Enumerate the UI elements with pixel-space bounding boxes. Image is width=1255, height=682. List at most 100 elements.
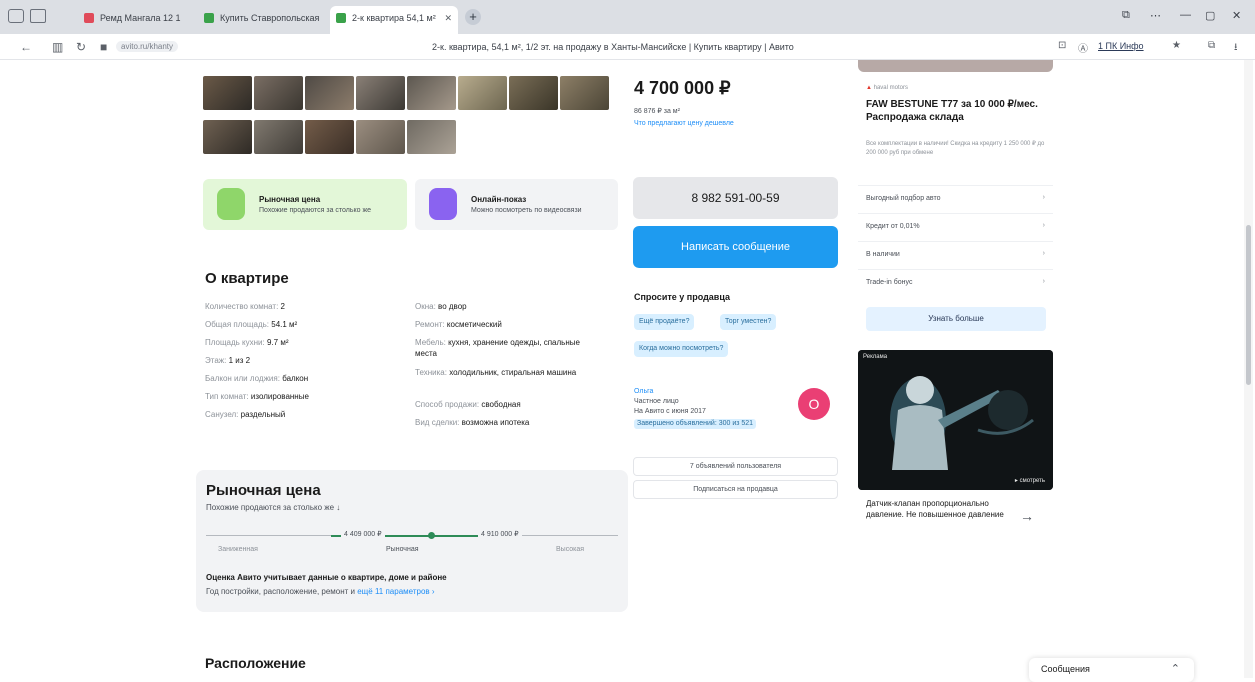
photo-thumbnail[interactable]: [458, 76, 507, 110]
market-subtitle[interactable]: Похожие продаются за столько же ↓: [206, 503, 340, 512]
location-title: Расположение: [205, 655, 306, 671]
video-play-badge[interactable]: ▸ смотреть: [1015, 477, 1045, 484]
chevron-right-icon: ›: [1042, 250, 1045, 257]
extension-button[interactable]: 1 ПК Инфо: [1098, 41, 1144, 51]
ad-option-row[interactable]: Кредит от 0,01% ›: [858, 213, 1053, 240]
param-appliances: Техника: холодильник, стиральная машина: [415, 368, 577, 377]
tab-actions-icon[interactable]: [30, 9, 46, 23]
download-icon[interactable]: ⭳: [1234, 40, 1238, 57]
scrollbar-thumb[interactable]: [1246, 225, 1251, 385]
listing-price: 4 700 000 ₽: [634, 78, 731, 98]
ask-seller-title: Спросите у продавца: [634, 292, 730, 302]
param-rooms: Количество комнат: 2: [205, 302, 285, 311]
ad-option-row[interactable]: В наличии ›: [858, 241, 1053, 268]
quick-question-chip[interactable]: Торг уместен?: [720, 314, 777, 330]
seller-name[interactable]: Ольга: [634, 387, 756, 397]
chevron-right-icon: ›: [1042, 278, 1045, 285]
collections-icon[interactable]: ⧉: [1122, 9, 1130, 22]
ad-option-row[interactable]: Trade-in бонус ›: [858, 269, 1053, 296]
bookmark-icon[interactable]: ★: [1172, 40, 1181, 51]
ad-video[interactable]: Реклама ▸ смотреть: [858, 350, 1053, 490]
browser-tab-bar: Ремд Мангала 12 1 Купить Ставропольская …: [0, 0, 1255, 34]
feature-title: Онлайн-показ: [471, 195, 527, 204]
write-message-button[interactable]: Написать сообщение: [633, 226, 838, 268]
chevron-up-icon[interactable]: ⌃: [1171, 662, 1180, 675]
workspaces-icon[interactable]: [8, 9, 24, 23]
current-price-marker: [428, 532, 435, 539]
ad-option-row[interactable]: Выгодный подбор авто ›: [858, 185, 1053, 212]
page-scrollbar[interactable]: [1244, 60, 1253, 678]
messenger-widget[interactable]: Сообщения ⌃: [1029, 658, 1194, 682]
online-tour-card[interactable]: Онлайн-показ Можно посмотреть по видеосв…: [415, 179, 618, 230]
photo-thumbnail[interactable]: [356, 120, 405, 154]
market-price-card[interactable]: Рыночная цена Похожие продаются за столь…: [203, 179, 407, 230]
new-tab-button[interactable]: +: [465, 9, 481, 25]
photo-thumbnail[interactable]: [356, 76, 405, 110]
photo-thumbnail[interactable]: [203, 120, 252, 154]
seller-since: На Авито с июня 2017: [634, 408, 706, 415]
feature-subtitle: Можно посмотреть по видеосвязи: [471, 207, 582, 214]
close-window-icon[interactable]: ✕: [1232, 9, 1241, 22]
param-room-type: Тип комнат: изолированные: [205, 392, 309, 401]
quick-question-chip[interactable]: Ещё продаёте?: [634, 314, 695, 330]
seller-avatar[interactable]: О: [798, 388, 830, 420]
arrow-right-icon[interactable]: →: [1020, 508, 1034, 524]
seller-badge: Завершено объявлений: 300 из 521: [634, 419, 757, 429]
scale-high-segment: [521, 535, 618, 536]
feature-title: Рыночная цена: [259, 195, 321, 204]
close-tab-icon[interactable]: ✕: [444, 13, 452, 24]
menu-dots-icon[interactable]: ⋯: [1150, 9, 1161, 22]
video-caption[interactable]: Датчик-клапан пропорционально давление. …: [866, 498, 1016, 520]
ad-learn-more-button[interactable]: Узнать больше: [866, 307, 1046, 331]
photo-thumbnail[interactable]: [509, 76, 558, 110]
tab-favicon-icon: [204, 13, 214, 23]
photo-thumbnail[interactable]: [254, 76, 303, 110]
scale-label-low: Заниженная: [218, 546, 258, 553]
param-furniture: Мебель: кухня, хранение одежды, спальные…: [415, 338, 580, 358]
seller-listings-button[interactable]: 7 объявлений пользователя: [633, 457, 838, 476]
price-per-meter: 86 876 ₽ за м²: [634, 108, 680, 115]
market-title: Рыночная цена: [206, 482, 321, 499]
quick-question-chip[interactable]: Когда можно посмотреть?: [634, 341, 729, 357]
tab-label: Купить Ставропольская: [220, 13, 320, 23]
show-phone-button[interactable]: 8 982 591-00-59: [633, 177, 838, 219]
scale-low-price: 4 409 000 ₽: [341, 530, 385, 538]
reader-icon[interactable]: ⊡: [1058, 40, 1066, 51]
tab-2[interactable]: Купить Ставропольская: [198, 8, 326, 28]
ad-title[interactable]: FAW BESTUNE T77 за 10 000 ₽/мес. Распрод…: [866, 98, 1046, 124]
about-title: О квартире: [205, 270, 289, 287]
translate-icon[interactable]: Ⓐ: [1078, 40, 1088, 55]
photo-thumbnail[interactable]: [407, 120, 456, 154]
tab-3-active[interactable]: 2-к квартира 54,1 м² ✕: [330, 6, 458, 34]
photo-thumbnail[interactable]: [407, 76, 456, 110]
maximize-icon[interactable]: ▢: [1205, 9, 1215, 22]
scale-label-market: Рыночная: [386, 546, 419, 553]
photo-thumbnail[interactable]: [254, 120, 303, 154]
param-balcony: Балкон или лоджия: балкон: [205, 374, 309, 383]
photo-thumbnail[interactable]: [305, 120, 354, 154]
photo-thumbnail[interactable]: [203, 76, 252, 110]
tab-favicon-icon: [336, 13, 346, 23]
subscribe-seller-button[interactable]: Подписаться на продавца: [633, 480, 838, 499]
param-windows: Окна: во двор: [415, 302, 467, 311]
tab-favicon-icon: [84, 13, 94, 23]
brand-logo-icon: ▲: [866, 85, 872, 91]
reload-icon[interactable]: ↻: [76, 40, 86, 54]
photo-thumbnail[interactable]: [305, 76, 354, 110]
page-content: Рыночная цена Похожие продаются за столь…: [0, 60, 1255, 682]
ad-text: Все комплектации в наличии! Скидка на кр…: [866, 141, 1045, 156]
param-area: Общая площадь: 54.1 м²: [205, 320, 298, 329]
minimize-icon[interactable]: —: [1180, 9, 1191, 21]
scale-label-high: Высокая: [556, 546, 585, 553]
messenger-label: Сообщения: [1041, 664, 1090, 674]
url-field[interactable]: avito.ru/khanty: [116, 41, 179, 52]
seller-type: Частное лицо: [634, 398, 679, 405]
photo-thumbnail[interactable]: [560, 76, 609, 110]
share-icon[interactable]: ⧉: [1208, 40, 1215, 51]
forward-icon[interactable]: ▥: [52, 40, 63, 54]
market-note-2: Год постройки, расположение, ремонт и ещ…: [206, 587, 435, 596]
tab-1[interactable]: Ремд Мангала 12 1: [78, 8, 196, 28]
back-arrow-icon[interactable]: ←: [20, 40, 32, 54]
params-link[interactable]: ещё 11 параметров ›: [357, 587, 434, 596]
price-link[interactable]: Что предлагают цену дешевле: [634, 120, 734, 127]
